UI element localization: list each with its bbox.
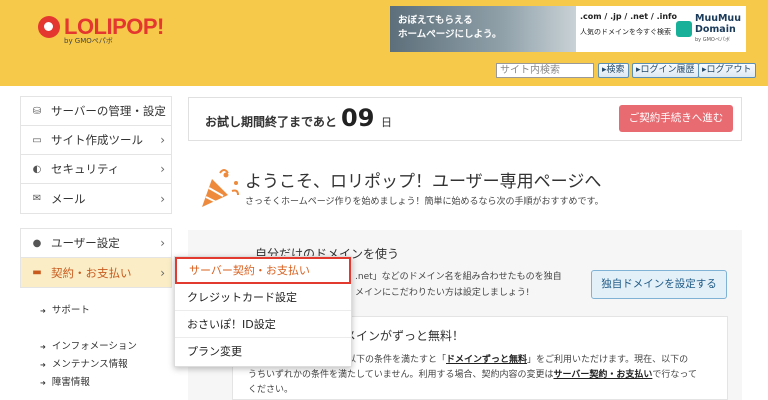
muumuu-icon — [676, 21, 692, 37]
banner-line1: おぼえてもらえる — [398, 15, 473, 26]
chevron-right-icon: › — [160, 236, 165, 250]
header: LOLIPOP! by GMOペパボ おぼえてもらえる ホームページにしよう。 .… — [0, 0, 768, 86]
muumuu-brand2: Domain — [695, 23, 736, 35]
free-domain-title: メインがずっと無料！ — [344, 329, 465, 343]
chevron-right-icon: › — [160, 162, 165, 176]
muumuu-brand1: MuuMuu — [695, 12, 741, 24]
menu-group-account: ● ユーザー設定 › ▬ 契約・お支払い › — [20, 228, 172, 288]
welcome-subtitle: さっそくホームページ作りを始めましょう！簡単に始めるなら次の手順がおすすめです。 — [245, 197, 604, 207]
muumuu-banner[interactable]: おぼえてもらえるホームページにしよう。 .com / .jp / .net / … — [390, 6, 746, 52]
trial-panel: お試し期間終了まであと 09 日 ご契約手続きへ進む — [188, 97, 742, 141]
lollipop-icon — [38, 16, 60, 38]
trial-unit: 日 — [381, 116, 392, 129]
login-history-button[interactable]: ▸ログイン履歴 — [632, 63, 699, 78]
site-search-input[interactable]: サイト内検索 — [496, 63, 594, 78]
sidebar-item-label: 契約・お支払い — [51, 265, 132, 280]
contract-submenu: サーバー契約・お支払い クレジットカード設定 おさいぽ！ID設定 プラン変更 — [174, 256, 352, 367]
submenu-plan-change[interactable]: プラン変更 — [175, 338, 351, 365]
search-button[interactable]: ▸検索 — [598, 63, 629, 78]
chevron-right-icon: › — [160, 191, 165, 206]
sidebar-item-mail[interactable]: ✉ メール › — [21, 184, 171, 213]
credit-card-icon: ▬ — [32, 267, 42, 278]
support-links: サポート — [20, 302, 172, 320]
logo-sub: by GMOペパボ — [64, 37, 113, 45]
muumuu-brand-sub: by GMOペパボ — [695, 36, 730, 43]
banner-line2: ホームページにしよう。 — [398, 29, 502, 40]
sidebar-link-information[interactable]: インフォメーション — [20, 338, 172, 356]
sidebar-item-user-settings[interactable]: ● ユーザー設定 › — [21, 229, 171, 258]
proceed-contract-button[interactable]: ご契約手続きへ進む — [619, 105, 733, 132]
menu-group-main: ⛁ サーバーの管理・設定 › ▭ サイト作成ツール › ◐ セキュリティ › ✉ メール › — [20, 96, 172, 214]
laptop-icon: ▭ — [32, 134, 42, 146]
banner-search-text: 人気のドメインを今すぐ検索 — [580, 28, 671, 36]
free-domain-line2: うちいずれかの条件を満たしていません。利用する場合、契約内容の変更はサーバー契約… — [248, 370, 697, 380]
server-icon: ⛁ — [32, 105, 42, 117]
submenu-osaipo-id[interactable]: おさいぽ！ID設定 — [175, 311, 351, 338]
free-domain-line3: ください。 — [248, 385, 294, 395]
server-contract-link[interactable]: サーバー契約・お支払い — [553, 370, 652, 380]
sidebar-item-label: ユーザー設定 — [51, 236, 120, 250]
sidebar-item-label: メール — [51, 191, 86, 206]
free-domain-link[interactable]: ドメインずっと無料 — [446, 355, 527, 365]
logout-button[interactable]: ▸ログアウト — [698, 63, 756, 78]
sidebar-link-incidents[interactable]: 障害情報 — [20, 374, 172, 392]
domain-card-text1: .net」などのドメイン名を組み合わせたものを独自 — [355, 272, 562, 282]
sidebar-item-server[interactable]: ⛁ サーバーの管理・設定 › — [21, 97, 171, 126]
free-domain-line1: に以下の条件を満たすと「ドメインずっと無料」をご利用いただけます。現在、以下の — [338, 355, 689, 365]
sidebar-link-maintenance[interactable]: メンテナンス情報 — [20, 356, 172, 374]
sidebar-item-label: セキュリティ — [51, 162, 120, 176]
user-icon: ● — [32, 237, 42, 249]
party-popper-icon — [202, 169, 239, 207]
set-custom-domain-button[interactable]: 独自ドメインを設定する — [591, 270, 727, 299]
chevron-right-icon: › — [160, 104, 165, 118]
banner-photo: おぼえてもらえるホームページにしよう。 — [390, 6, 576, 52]
banner-domains: .com / .jp / .net / .info — [580, 12, 678, 21]
sidebar: ⛁ サーバーの管理・設定 › ▭ サイト作成ツール › ◐ セキュリティ › ✉ メール › ●… — [20, 96, 172, 392]
chevron-right-icon: › — [160, 133, 165, 147]
mail-icon: ✉ — [32, 193, 42, 204]
domain-card-text2: メインにこだわりたい方は設定しましょう! — [355, 288, 530, 298]
chevron-right-icon: › — [160, 265, 165, 280]
trial-label: お試し期間終了まであと — [205, 115, 337, 129]
sidebar-item-contract[interactable]: ▬ 契約・お支払い › — [21, 258, 171, 287]
shield-icon: ◐ — [32, 163, 42, 175]
trial-days: 09 — [341, 104, 375, 132]
sidebar-item-site-tools[interactable]: ▭ サイト作成ツール › — [21, 126, 171, 155]
submenu-credit-card[interactable]: クレジットカード設定 — [175, 284, 351, 311]
info-links: インフォメーション メンテナンス情報 障害情報 — [20, 338, 172, 392]
sidebar-item-label: サーバーの管理・設定 — [51, 104, 166, 118]
welcome-title: ようこそ、ロリポップ！ユーザー専用ページへ — [245, 172, 602, 192]
sidebar-item-security[interactable]: ◐ セキュリティ › — [21, 155, 171, 184]
sidebar-item-label: サイト作成ツール — [51, 133, 143, 147]
submenu-server-contract[interactable]: サーバー契約・お支払い — [175, 257, 351, 284]
sidebar-link-support[interactable]: サポート — [20, 302, 172, 320]
